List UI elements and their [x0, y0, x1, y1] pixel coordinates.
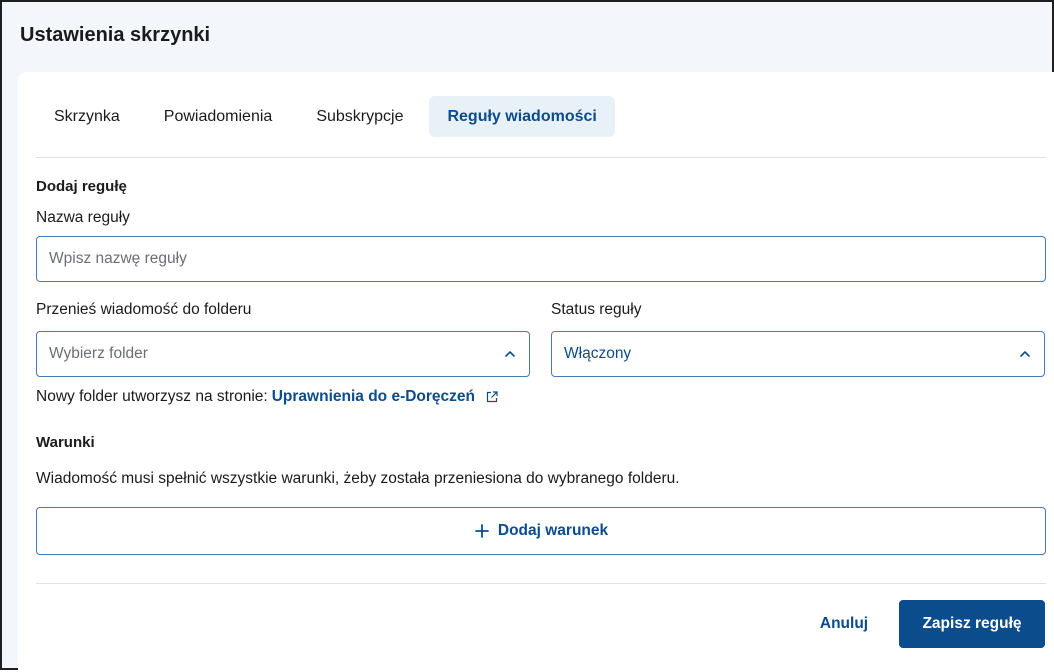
plus-icon	[474, 524, 489, 538]
tab-powiadomienia[interactable]: Powiadomienia	[146, 96, 291, 137]
tab-reguly-wiadomosci[interactable]: Reguły wiadomości	[429, 96, 615, 137]
tab-skrzynka[interactable]: Skrzynka	[36, 96, 138, 137]
status-label: Status reguły	[551, 301, 642, 318]
folder-note: Nowy folder utworzysz na stronie: Uprawn…	[36, 388, 499, 406]
external-link-icon[interactable]	[485, 390, 499, 404]
add-condition-button[interactable]: Dodaj warunek	[36, 507, 1046, 555]
rule-name-input[interactable]	[36, 236, 1046, 282]
page-title: Ustawienia skrzynki	[20, 24, 211, 46]
add-condition-label: Dodaj warunek	[497, 522, 609, 539]
chevron-up-icon	[1020, 351, 1030, 357]
settings-window: Ustawienia skrzynki Skrzynka Powiadomien…	[0, 0, 1054, 672]
folder-note-text: Nowy folder utworzysz na stronie:	[36, 388, 268, 405]
conditions-heading: Warunki	[36, 434, 95, 451]
conditions-description: Wiadomość musi spełnić wszystkie warunki…	[36, 470, 680, 487]
tab-subskrypcje[interactable]: Subskrypcje	[298, 96, 421, 137]
chevron-up-icon	[505, 351, 515, 357]
folder-select[interactable]: Wybierz folder	[36, 331, 530, 377]
add-rule-heading: Dodaj regułę	[36, 178, 127, 195]
cancel-button[interactable]: Anuluj	[798, 600, 890, 648]
permissions-link[interactable]: Uprawnienia do e-Doręczeń	[272, 388, 475, 406]
folder-label: Przenieś wiadomość do folderu	[36, 301, 252, 318]
folder-select-value: Wybierz folder	[49, 345, 148, 362]
save-rule-button[interactable]: Zapisz regułę	[899, 600, 1045, 648]
status-select[interactable]: Włączony	[551, 331, 1045, 377]
tabs-divider	[36, 157, 1046, 158]
footer-divider	[36, 583, 1046, 584]
status-select-value: Włączony	[564, 345, 632, 362]
tab-bar: Skrzynka Powiadomienia Subskrypcje Reguł…	[36, 96, 615, 138]
header: Ustawienia skrzynki	[2, 2, 1052, 72]
rule-name-label: Nazwa reguły	[36, 209, 130, 226]
settings-card: Skrzynka Powiadomienia Subskrypcje Reguł…	[18, 72, 1054, 672]
